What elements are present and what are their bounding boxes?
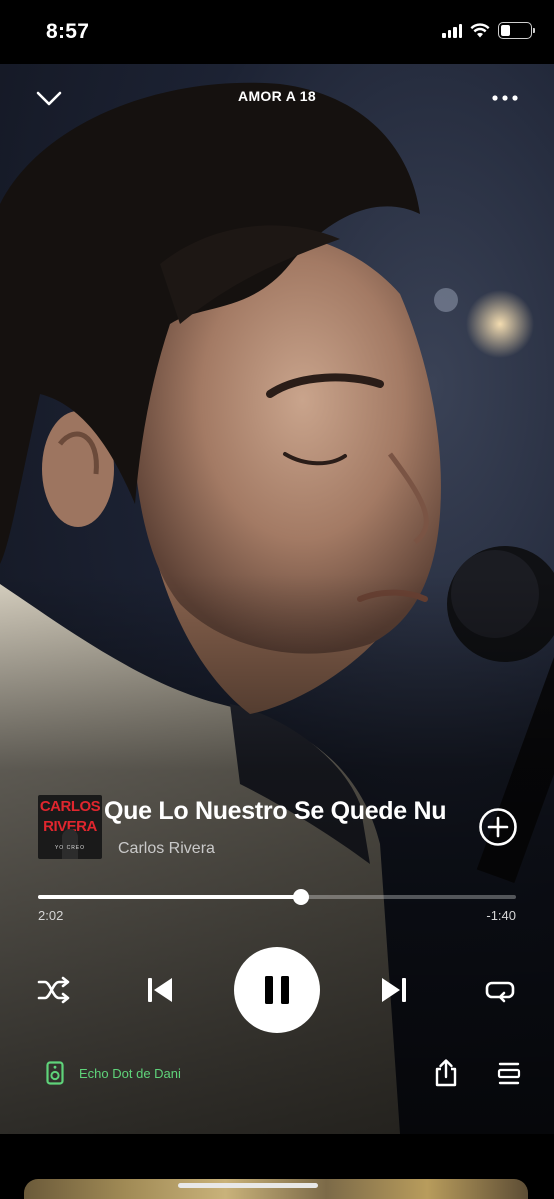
next-track-button[interactable] bbox=[374, 970, 414, 1010]
connected-device-button[interactable] bbox=[46, 1061, 64, 1085]
progress-bar[interactable] bbox=[38, 889, 516, 905]
skip-previous-icon bbox=[148, 978, 172, 1002]
status-time: 8:57 bbox=[46, 20, 90, 43]
more-options-button[interactable] bbox=[490, 84, 520, 112]
skip-next-icon bbox=[382, 978, 406, 1002]
signal-icon bbox=[442, 23, 462, 38]
playlist-title: AMOR A 18 bbox=[238, 88, 316, 104]
queue-icon bbox=[497, 1062, 521, 1085]
battery-icon bbox=[498, 22, 535, 39]
time-remaining: -1:40 bbox=[486, 908, 516, 923]
progress-fill bbox=[38, 895, 301, 899]
add-to-library-button[interactable] bbox=[478, 807, 518, 847]
repeat-icon bbox=[485, 981, 515, 1003]
share-button[interactable] bbox=[432, 1058, 460, 1088]
shuffle-icon bbox=[37, 976, 70, 1004]
track-artist[interactable]: Carlos Rivera bbox=[118, 840, 215, 858]
share-icon bbox=[435, 1059, 457, 1087]
track-title: Que Lo Nuestro Se Quede Nu bbox=[104, 797, 447, 825]
previous-track-button[interactable] bbox=[140, 970, 180, 1010]
lyrics-card-peek[interactable] bbox=[24, 1179, 528, 1199]
progress-handle[interactable] bbox=[292, 889, 309, 905]
repeat-button[interactable] bbox=[480, 972, 520, 1008]
battery-level bbox=[501, 25, 511, 36]
album-art[interactable]: CARLOS RIVERA YO CREO bbox=[38, 795, 102, 859]
time-elapsed: 2:02 bbox=[38, 908, 64, 923]
shuffle-button[interactable] bbox=[34, 972, 74, 1008]
track-title-container[interactable]: Que Lo Nuestro Se Quede Nu bbox=[104, 797, 450, 831]
status-icons bbox=[442, 22, 535, 39]
album-art-text-line1: CARLOS bbox=[39, 798, 101, 815]
player-header: AMOR A 18 bbox=[0, 78, 554, 116]
pause-button[interactable] bbox=[234, 947, 320, 1033]
status-bar: 8:57 bbox=[0, 0, 554, 64]
home-indicator[interactable] bbox=[178, 1183, 318, 1188]
album-art-figure bbox=[62, 829, 78, 859]
pause-icon bbox=[265, 976, 289, 1004]
wifi-icon bbox=[470, 23, 490, 38]
album-art-subtitle: YO CREO bbox=[54, 845, 86, 851]
more-horizontal-icon bbox=[492, 95, 518, 101]
queue-button[interactable] bbox=[494, 1060, 524, 1088]
plus-circle-icon bbox=[479, 808, 517, 846]
connected-device-label[interactable]: Echo Dot de Dani bbox=[79, 1066, 181, 1081]
speaker-icon bbox=[46, 1061, 64, 1085]
